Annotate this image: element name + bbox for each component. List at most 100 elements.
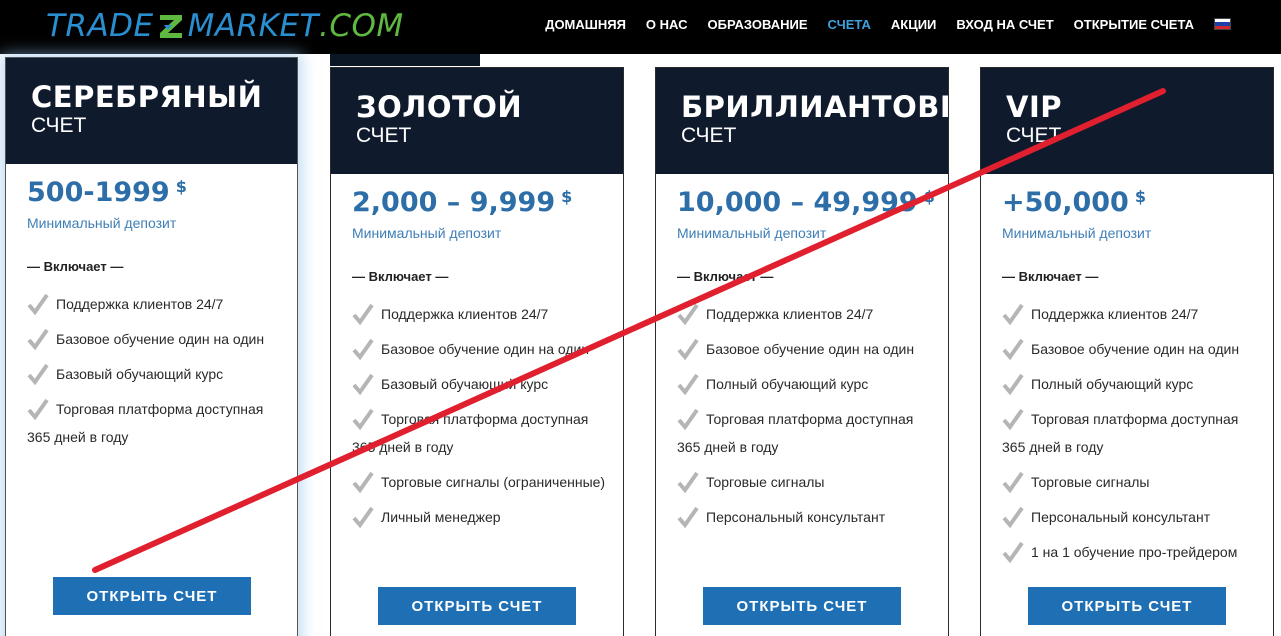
- nav-education[interactable]: ОБРАЗОВАНИЕ: [708, 17, 808, 32]
- feature-text: Персональный консультант: [1031, 509, 1211, 525]
- card-subtitle: СЧЕТ: [681, 124, 737, 147]
- min-deposit-label: Минимальный депозит: [352, 225, 502, 241]
- feature-text-continued: 365 дней в году: [352, 439, 454, 455]
- site-logo[interactable]: TRADE MARKET .COM: [46, 6, 404, 46]
- open-account-button[interactable]: ОТКРЫТЬ СЧЕТ: [53, 577, 251, 615]
- account-card-vip: VIP СЧЕТ +50,000 $ Минимальный депозит —…: [980, 67, 1274, 636]
- feature-text: Персональный консультант: [706, 509, 886, 525]
- feature-item: Базовое обучение один на один: [1002, 335, 1273, 363]
- feature-text-continued: 365 дней в году: [677, 439, 779, 455]
- nav-about[interactable]: О НАС: [646, 17, 688, 32]
- feature-item: Поддержка клиентов 24/7: [677, 300, 948, 328]
- includes-label: — Включает —: [677, 269, 774, 284]
- feature-text: Торговая платформа доступная: [56, 401, 264, 417]
- feature-text: Торговые сигналы: [706, 474, 825, 490]
- feature-item: Базовый обучающий курс: [352, 370, 623, 398]
- checkmark-icon: [352, 471, 374, 493]
- feature-item: Базовое обучение один на один: [27, 325, 297, 353]
- feature-item: Базовый обучающий курс: [27, 360, 297, 388]
- feature-text: Торговая платформа доступная: [1031, 411, 1239, 427]
- currency-symbol: $: [561, 187, 573, 206]
- feature-item: Поддержка клиентов 24/7: [352, 300, 623, 328]
- feature-item: Полный обучающий курс: [1002, 370, 1273, 398]
- checkmark-icon: [1002, 541, 1024, 563]
- feature-text: Поддержка клиентов 24/7: [381, 306, 549, 322]
- nav-promotions[interactable]: АКЦИИ: [891, 17, 937, 32]
- min-deposit-label: Минимальный депозит: [27, 215, 177, 231]
- feature-item: Поддержка клиентов 24/7: [1002, 300, 1273, 328]
- feature-text: Базовый обучающий курс: [381, 376, 549, 392]
- price: +50,000 $: [1002, 187, 1273, 219]
- tab-strip: [330, 54, 480, 66]
- account-card-gold: ЗОЛОТОЙ СЧЕТ 2,000 – 9,999 $ Минимальный…: [330, 67, 624, 636]
- price-value: 500-1999: [27, 177, 170, 208]
- feature-list: Поддержка клиентов 24/7 Базовое обучение…: [352, 300, 623, 531]
- checkmark-icon: [677, 373, 699, 395]
- checkmark-icon: [352, 303, 374, 325]
- checkmark-icon: [352, 408, 374, 430]
- card-body: +50,000 $ Минимальный депозит — Включает…: [981, 174, 1273, 566]
- feature-text: Торговая платформа доступная: [706, 411, 914, 427]
- feature-item: Персональный консультант: [677, 503, 948, 531]
- includes-label: — Включает —: [1002, 269, 1099, 284]
- min-deposit-label: Минимальный депозит: [1002, 225, 1152, 241]
- logo-text-dotcom: .COM: [319, 8, 404, 44]
- feature-item: Поддержка клиентов 24/7: [27, 290, 297, 318]
- price: 10,000 – 49,999 $: [677, 187, 948, 219]
- open-account-button[interactable]: ОТКРЫТЬ СЧЕТ: [378, 587, 576, 625]
- feature-text: Торговые сигналы (ограниченные): [381, 474, 606, 490]
- feature-item: Торговая платформа доступная 365 дней в г…: [1002, 405, 1273, 461]
- russia-flag-icon[interactable]: [1214, 18, 1231, 30]
- feature-text: Полный обучающий курс: [706, 376, 869, 392]
- min-deposit-label: Минимальный депозит: [677, 225, 827, 241]
- card-title: ЗОЛОТОЙ: [356, 90, 523, 124]
- nav-login[interactable]: ВХОД НА СЧЕТ: [956, 17, 1053, 32]
- feature-list: Поддержка клиентов 24/7 Базовое обучение…: [1002, 300, 1273, 566]
- nav-accounts[interactable]: СЧЕТА: [828, 17, 871, 32]
- logo-z-mark-icon: [159, 15, 182, 38]
- checkmark-icon: [677, 408, 699, 430]
- checkmark-icon: [352, 338, 374, 360]
- account-card-silver: СЕРЕБРЯНЫЙ СЧЕТ 500-1999 $ Минимальный д…: [5, 57, 298, 636]
- checkmark-icon: [677, 471, 699, 493]
- card-subtitle: СЧЕТ: [31, 114, 87, 137]
- price-value: +50,000: [1002, 187, 1129, 218]
- price: 500-1999 $: [27, 177, 297, 209]
- card-body: 500-1999 $ Минимальный депозит — Включае…: [6, 164, 297, 451]
- checkmark-icon: [27, 293, 49, 315]
- card-header: СЕРЕБРЯНЫЙ СЧЕТ: [6, 58, 297, 164]
- checkmark-icon: [1002, 506, 1024, 528]
- card-header: БРИЛЛИАНТОВЫЙ СЧЕТ: [656, 68, 948, 174]
- feature-item: Торговые сигналы: [677, 468, 948, 496]
- nav-home[interactable]: ДОМАШНЯЯ: [545, 17, 626, 32]
- feature-text: Торговые сигналы: [1031, 474, 1150, 490]
- main-nav: ДОМАШНЯЯ О НАС ОБРАЗОВАНИЕ СЧЕТА АКЦИИ В…: [525, 0, 1231, 48]
- feature-text: Полный обучающий курс: [1031, 376, 1194, 392]
- checkmark-icon: [27, 363, 49, 385]
- feature-item: Базовое обучение один на один: [352, 335, 623, 363]
- currency-symbol: $: [175, 177, 187, 196]
- open-account-button[interactable]: ОТКРЫТЬ СЧЕТ: [703, 587, 901, 625]
- logo-text-trade: TRADE: [46, 8, 154, 44]
- card-title: БРИЛЛИАНТОВЫЙ: [681, 90, 948, 124]
- feature-item: Персональный консультант: [1002, 503, 1273, 531]
- feature-text: Поддержка клиентов 24/7: [1031, 306, 1199, 322]
- checkmark-icon: [1002, 303, 1024, 325]
- feature-list: Поддержка клиентов 24/7 Базовое обучение…: [27, 290, 297, 451]
- card-subtitle: СЧЕТ: [1006, 124, 1062, 147]
- feature-text: Базовый обучающий курс: [56, 366, 224, 382]
- card-subtitle: СЧЕТ: [356, 124, 412, 147]
- checkmark-icon: [677, 338, 699, 360]
- currency-symbol: $: [923, 187, 935, 206]
- feature-text: 1 на 1 обучение про-трейдером: [1031, 544, 1238, 560]
- checkmark-icon: [1002, 471, 1024, 493]
- open-account-button[interactable]: ОТКРЫТЬ СЧЕТ: [1028, 587, 1226, 625]
- checkmark-icon: [352, 506, 374, 528]
- card-title: VIP: [1006, 90, 1062, 124]
- page: TRADE MARKET .COM ДОМАШНЯЯ О НАС ОБРАЗОВ…: [0, 0, 1281, 636]
- checkmark-icon: [27, 398, 49, 420]
- feature-text-continued: 365 дней в году: [1002, 439, 1104, 455]
- nav-open-account[interactable]: ОТКРЫТИЕ СЧЕТА: [1074, 17, 1194, 32]
- checkmark-icon: [1002, 408, 1024, 430]
- feature-text-continued: 365 дней в году: [27, 429, 129, 445]
